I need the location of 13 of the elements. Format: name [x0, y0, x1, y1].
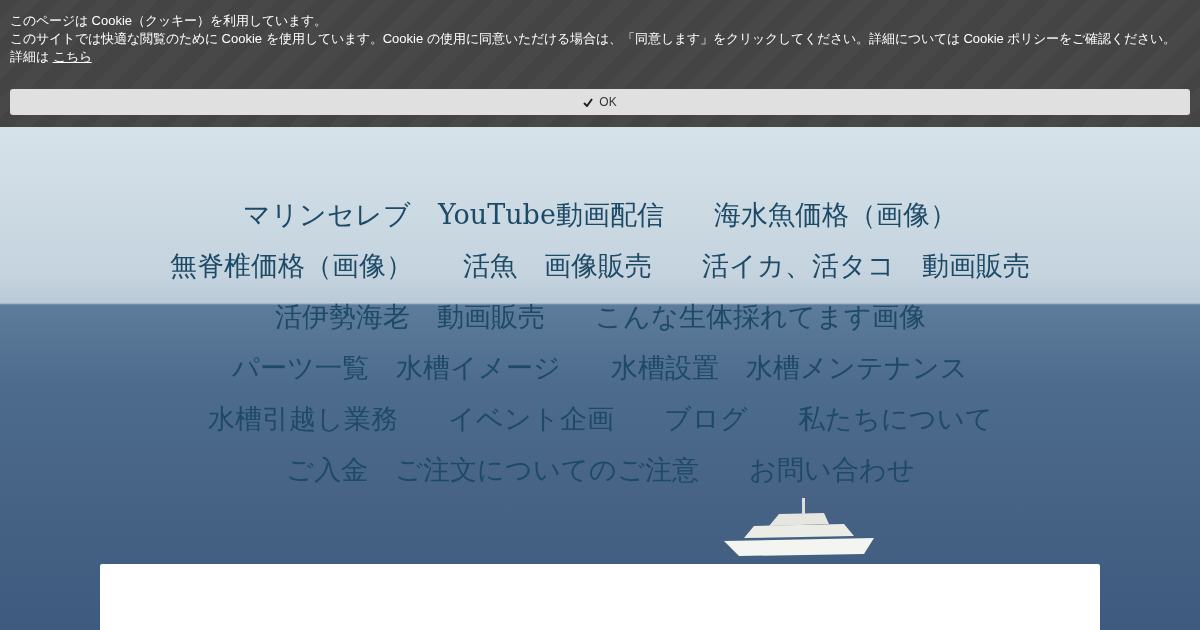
details-link[interactable]: こちら [52, 49, 92, 64]
details-label: 詳細は [10, 49, 49, 64]
cookie-title: このページは Cookie（クッキー）を利用しています。 [10, 12, 329, 30]
cookie-message: このサイトでは快適な閲覧のために Cookie を使用しています。Cookie の使用に同意いただける場合は、「同意します」をクリックしてください。詳細については Cookie ポリシーをご確認ください。 [10, 30, 1178, 48]
nav-link[interactable]: 活魚 画像販売 [463, 248, 652, 284]
nav-link[interactable]: 海水魚価格（画像） [713, 197, 957, 233]
nav-link[interactable]: 活伊勢海老 動画販売 [274, 299, 545, 335]
ok-button[interactable]: OK [10, 89, 1190, 115]
checkmark-icon [583, 97, 594, 107]
nav-link[interactable]: マリンセレブ YouTube動画配信 [243, 197, 664, 233]
nav-link[interactable]: こんな生体採れてます画像 [594, 299, 926, 335]
nav-link[interactable]: 無脊椎価格（画像） [170, 248, 413, 284]
nav-link[interactable]: 活イカ、活タコ 動画販売 [702, 248, 1030, 284]
